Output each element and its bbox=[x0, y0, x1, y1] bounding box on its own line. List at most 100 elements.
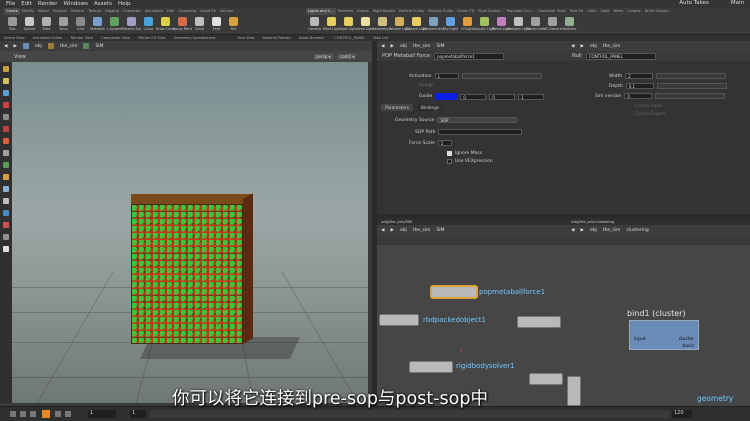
shelf_tabs_left-tab-8[interactable]: Animation bbox=[143, 8, 165, 15]
viewport-tool-icon-7[interactable] bbox=[3, 150, 9, 156]
tab-control-panel[interactable]: CONTROL_PANEL bbox=[334, 36, 365, 40]
tab-composite-view[interactable]: Composite View bbox=[101, 36, 130, 40]
tab-render-view[interactable]: Render View bbox=[71, 36, 93, 40]
guide-g-field[interactable]: 0 bbox=[489, 93, 516, 100]
geometry-source-menu[interactable]: SOP bbox=[437, 117, 518, 123]
tools_left-tool-7[interactable]: Platonic Sol. bbox=[121, 17, 142, 31]
forward-arrow-icon[interactable]: ▶ bbox=[390, 228, 393, 233]
shelf_tabs_left-tab-12[interactable]: Volume bbox=[218, 8, 235, 15]
tools_right-tool-7[interactable]: Environment bbox=[423, 17, 444, 31]
viewport-tool-icon-3[interactable] bbox=[3, 102, 9, 108]
tools_right-tool-15[interactable]: Switcher bbox=[561, 17, 578, 31]
viewport-tool-icon-15[interactable] bbox=[3, 246, 9, 252]
activation-slider[interactable] bbox=[461, 73, 542, 79]
shelf_tabs_right-tab-9[interactable]: Container Tools bbox=[536, 8, 568, 15]
viewport-tool-icon-11[interactable] bbox=[3, 198, 9, 204]
shelf_tabs_right-tab-13[interactable]: Wires bbox=[611, 8, 625, 15]
step-forward-icon[interactable] bbox=[65, 411, 71, 417]
shelf_tabs_left-tab-7[interactable]: Character bbox=[121, 8, 143, 15]
node-rigidbodysolver1[interactable] bbox=[409, 361, 453, 373]
param-path-sim[interactable]: SIM bbox=[436, 44, 444, 49]
step-back-icon[interactable] bbox=[20, 411, 26, 417]
viewport-tool-icon-13[interactable] bbox=[3, 222, 9, 228]
forward-arrow-icon[interactable]: ▶ bbox=[390, 44, 393, 49]
shelf_tabs_left-tab-3[interactable]: Polygon bbox=[51, 8, 69, 15]
forward-arrow-icon[interactable]: ▶ bbox=[13, 44, 16, 49]
tools_right-tool-2[interactable]: Spot Light bbox=[340, 17, 357, 31]
sim-version-slider[interactable] bbox=[655, 93, 726, 99]
tools_left-tool-5[interactable]: Metaball bbox=[89, 17, 106, 31]
shelf_tabs_left-tab-5[interactable]: Texture bbox=[86, 8, 103, 15]
shelf_tabs_right-tab-5[interactable]: Viscous Fluids bbox=[426, 8, 455, 15]
shelf_tabs_right-tab-6[interactable]: Ocean FX bbox=[455, 8, 476, 15]
width-slider[interactable] bbox=[656, 73, 727, 79]
net1-tab[interactable]: /obj/the_sim/SIM bbox=[381, 219, 412, 224]
shelf_tabs_left-tab-6[interactable]: Rigging bbox=[103, 8, 121, 15]
viewport-tool-icon-6[interactable] bbox=[3, 138, 9, 144]
viewport-tool-icon-1[interactable] bbox=[3, 78, 9, 84]
tools_left-tool-4[interactable]: Grid bbox=[72, 17, 89, 31]
control-node-name[interactable]: CONTROL_PANEL bbox=[585, 52, 656, 60]
shelf_tabs_right-tab-1[interactable]: Particles bbox=[336, 8, 355, 15]
shelf_tabs_left-tab-2[interactable]: Model bbox=[36, 8, 51, 15]
viewport-tool-icon-14[interactable] bbox=[3, 234, 9, 240]
play-reverse-icon[interactable] bbox=[30, 411, 36, 417]
back-arrow-icon[interactable]: ◀ bbox=[4, 44, 7, 49]
menu-render[interactable]: Render bbox=[38, 1, 58, 7]
tools_right-tool-13[interactable]: Stereo Cam bbox=[526, 17, 545, 31]
control-path-obj[interactable]: obj bbox=[590, 44, 597, 49]
tools_right-tool-8[interactable]: Sky Light bbox=[442, 17, 459, 31]
viewport-tool-icon-4[interactable] bbox=[3, 114, 9, 120]
net1-path-sim[interactable]: SIM bbox=[436, 228, 444, 233]
force-scale-field[interactable]: 1 bbox=[437, 140, 452, 146]
node-side-1[interactable] bbox=[517, 316, 561, 328]
tab-parameters[interactable]: Parameters bbox=[381, 104, 413, 111]
node-rbdpackedobject1[interactable] bbox=[379, 314, 419, 326]
viewport-tool-icon-5[interactable] bbox=[3, 126, 9, 132]
perspective-menu[interactable]: persp ▾ bbox=[314, 54, 333, 59]
shelf_tabs_right-tab-2[interactable]: Grains bbox=[355, 8, 371, 15]
path-the-sim[interactable]: the_sim bbox=[60, 44, 78, 49]
control-path-the-sim[interactable]: the_sim bbox=[603, 44, 621, 49]
viewport-tool-icon-12[interactable] bbox=[3, 210, 9, 216]
end-frame-field[interactable]: 120 bbox=[672, 410, 692, 418]
tools_left-tool-1[interactable]: Sphere bbox=[21, 17, 38, 31]
node-side-2[interactable] bbox=[529, 373, 563, 385]
back-arrow-icon[interactable]: ◀ bbox=[381, 44, 384, 49]
back-arrow-icon[interactable]: ◀ bbox=[381, 228, 384, 233]
tools_right-tool-12[interactable]: Ambient Light bbox=[507, 17, 530, 31]
guide-color-swatch[interactable] bbox=[435, 93, 458, 100]
tools_right-tool-1[interactable]: Point Light bbox=[323, 17, 340, 31]
menu-windows[interactable]: Windows bbox=[63, 1, 88, 7]
menu-help[interactable]: Help bbox=[118, 1, 131, 7]
tools_left-tool-8[interactable]: Curve bbox=[140, 17, 157, 31]
network-editor-clustering[interactable]: /obj/the_sim/clustering ◀ ▶ obj the_sim … bbox=[567, 218, 750, 406]
tab-tree-view[interactable]: Tree View bbox=[237, 36, 254, 40]
shelf_tabs_right-tab-12[interactable]: Solid bbox=[599, 8, 612, 15]
tools_left-tool-0[interactable]: Box bbox=[4, 17, 21, 31]
display-mode-menu[interactable]: cam1 ▾ bbox=[338, 54, 357, 59]
take-main[interactable]: Main bbox=[731, 0, 744, 6]
sim-version-field[interactable]: 0 bbox=[624, 93, 653, 99]
menu-edit[interactable]: Edit bbox=[21, 1, 32, 7]
sop-path-field[interactable] bbox=[438, 129, 523, 135]
forward-arrow-icon[interactable]: ▶ bbox=[580, 44, 583, 49]
tools_left-tool-3[interactable]: Torus bbox=[55, 17, 72, 31]
net1-path-obj[interactable]: obj bbox=[400, 228, 407, 233]
net1-path-the-sim[interactable]: the_sim bbox=[413, 228, 431, 233]
tab-material-palette[interactable]: Material Palette bbox=[262, 36, 290, 40]
net2-path-clustering[interactable]: clustering bbox=[626, 228, 648, 233]
timeline-slider[interactable] bbox=[150, 410, 670, 418]
net2-path-the-sim[interactable]: the_sim bbox=[603, 228, 621, 233]
start-frame-field[interactable]: 1 bbox=[130, 410, 146, 418]
tools_right-tool-10[interactable]: Caustic Light bbox=[474, 17, 495, 31]
bind-block[interactable]: input cluster basis bbox=[629, 320, 699, 350]
back-arrow-icon[interactable]: ◀ bbox=[571, 44, 574, 49]
shelf_tabs_right-tab-10[interactable]: Pyro FX bbox=[568, 8, 586, 15]
node-popmetaballforce1[interactable] bbox=[431, 286, 477, 298]
shelf_tabs_right-tab-8[interactable]: Populate Con... bbox=[505, 8, 536, 15]
net2-path-obj[interactable]: obj bbox=[590, 228, 597, 233]
current-frame-field[interactable]: 1 bbox=[88, 410, 116, 418]
path-sim[interactable]: SIM bbox=[95, 44, 103, 49]
viewport-tool-icon-2[interactable] bbox=[3, 90, 9, 96]
